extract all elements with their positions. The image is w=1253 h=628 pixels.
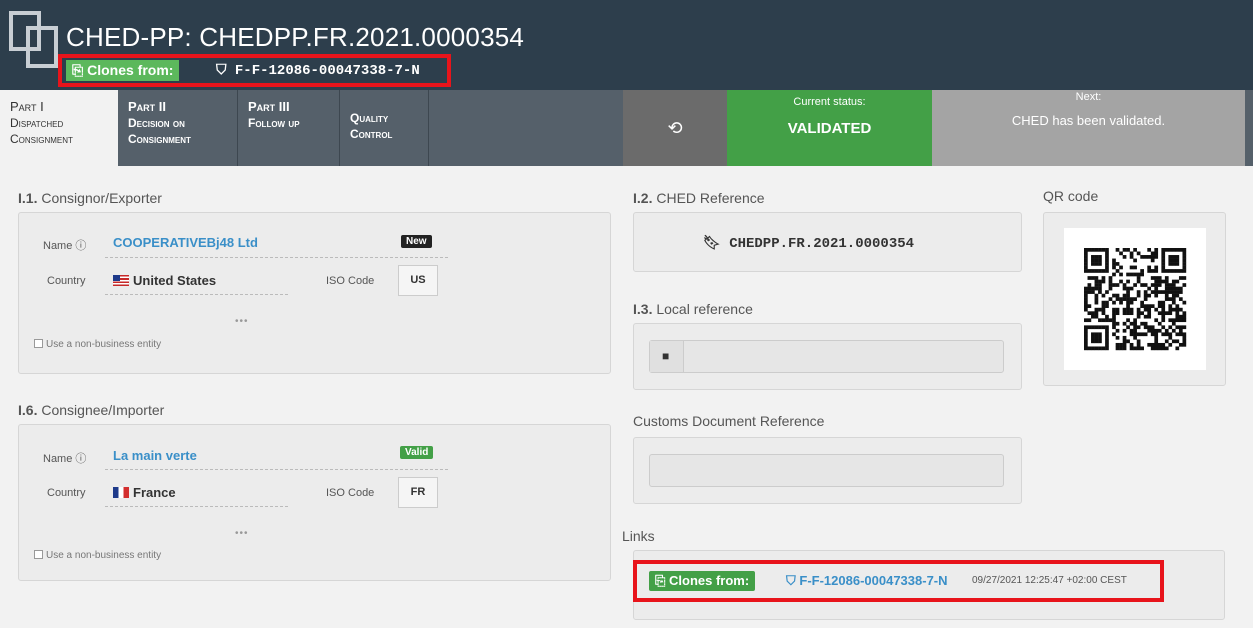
- underline: [105, 257, 448, 258]
- consignor-iso-value: US: [398, 265, 438, 296]
- clones-from-badge: ⎘ Clones from:: [66, 60, 180, 81]
- underline: [105, 469, 448, 470]
- tab-part-1-line2: Dispatched: [10, 116, 64, 130]
- bookmark-icon: ⛉: [216, 63, 235, 79]
- history-icon: ⟲: [667, 118, 683, 138]
- clone-icon: ⎘: [72, 62, 88, 78]
- consignor-country-label: Country: [47, 275, 86, 287]
- tab-part-1-title: Part I: [10, 99, 44, 114]
- bookmark-icon: 🔖︎: [703, 235, 721, 251]
- tab-part-3[interactable]: Part III Follow up: [238, 90, 339, 166]
- consignee-iso-label: ISO Code: [326, 487, 375, 499]
- more-dots[interactable]: •••: [235, 316, 249, 327]
- tab-quality-control[interactable]: Quality Control: [340, 90, 428, 166]
- tab-part-2-title: Part II: [128, 99, 167, 114]
- new-badge: New: [401, 235, 432, 248]
- copy-icon: [9, 11, 58, 68]
- tab-part-3-line2: Follow up: [248, 116, 300, 130]
- next-status-label: Next:: [1075, 91, 1102, 103]
- ched-ref-value: 🔖︎ CHEDPP.FR.2021.0000354: [703, 235, 915, 252]
- consignee-non-business-checkbox[interactable]: Use a non-business entity: [34, 550, 161, 561]
- page-title: CHED-PP: CHEDPP.FR.2021.0000354: [66, 22, 525, 52]
- consignee-name-value[interactable]: La main verte: [113, 448, 197, 463]
- valid-badge: Valid: [400, 446, 434, 459]
- tab-part-1[interactable]: Part I Dispatched Consignment: [0, 90, 118, 166]
- local-ref-section-title: I.3. Local reference: [633, 301, 753, 317]
- consignee-country-value[interactable]: France: [113, 485, 176, 500]
- tab-part-2-line3: Consignment: [128, 132, 191, 146]
- bookmark-icon: ■: [662, 349, 670, 363]
- ched-ref-section-title: I.2. CHED Reference: [633, 190, 765, 206]
- customs-section-title: Customs Document Reference: [633, 413, 825, 429]
- clones-ref-text: F-F-12086-00047338-7-N: [234, 63, 420, 79]
- clones-from-badge: ⎘ Clones from:: [649, 571, 756, 591]
- local-ref-input[interactable]: ■: [649, 340, 1004, 373]
- consignee-country-label: Country: [47, 487, 86, 499]
- tab-part-2-line2: Decision on: [128, 116, 185, 130]
- clones-ref-link[interactable]: ⛉ F-F-12086-00047338-7-N: [216, 61, 420, 81]
- link-timestamp: 09/27/2021 12:25:47 +02:00 CEST: [972, 575, 1127, 586]
- help-icon: ⓘ: [75, 240, 87, 252]
- tab-quality-line1: Quality: [350, 111, 389, 125]
- consignor-iso-label: ISO Code: [326, 275, 375, 287]
- consignor-name-label: Name ⓘ: [43, 240, 87, 252]
- next-status-box: Next: CHED has been validated.: [932, 90, 1245, 166]
- qr-code-image: [1064, 228, 1206, 370]
- current-status-label: Current status:: [793, 96, 866, 108]
- consignor-non-business-checkbox[interactable]: Use a non-business entity: [34, 339, 161, 350]
- clones-label: Clones from:: [87, 62, 174, 78]
- clone-icon: ⎘: [655, 573, 670, 588]
- consignor-name-value[interactable]: COOPERATIVEBj48 Ltd: [113, 235, 258, 250]
- consignee-section-title: I.6. Consignee/Importer: [18, 402, 165, 418]
- qr-section-title: QR code: [1043, 188, 1099, 204]
- flag-fr-icon: [113, 487, 129, 498]
- consignee-name-label: Name ⓘ: [43, 453, 87, 465]
- underline: [105, 294, 288, 295]
- tab-part-3-title: Part III: [248, 99, 290, 114]
- tab-part-1-line3: Consignment: [10, 132, 73, 146]
- next-status-value: CHED has been validated.: [1011, 113, 1166, 128]
- clones-ref-link[interactable]: ⛉ F-F-12086-00047338-7-N: [786, 573, 948, 589]
- more-dots[interactable]: •••: [235, 528, 249, 539]
- consignor-section-title: I.1. Consignor/Exporter: [18, 190, 162, 206]
- consignee-iso-value: FR: [398, 477, 438, 508]
- customs-ref-input[interactable]: [649, 454, 1004, 487]
- underline: [105, 506, 288, 507]
- current-status-box: Current status: VALIDATED: [727, 90, 932, 166]
- tab-quality-line2: Control: [350, 127, 393, 141]
- current-status-value: VALIDATED: [787, 120, 872, 137]
- flag-us-icon: [113, 275, 129, 286]
- bookmark-icon: ⛉: [786, 573, 800, 588]
- help-icon: ⓘ: [75, 453, 87, 465]
- links-section-title: Links: [622, 528, 655, 544]
- tab-part-2[interactable]: Part II Decision on Consignment: [118, 90, 237, 166]
- history-button[interactable]: ⟲: [623, 90, 727, 166]
- tab-divider: [428, 90, 429, 166]
- consignor-country-value[interactable]: United States: [113, 273, 216, 288]
- qr-code-icon: [1084, 248, 1187, 351]
